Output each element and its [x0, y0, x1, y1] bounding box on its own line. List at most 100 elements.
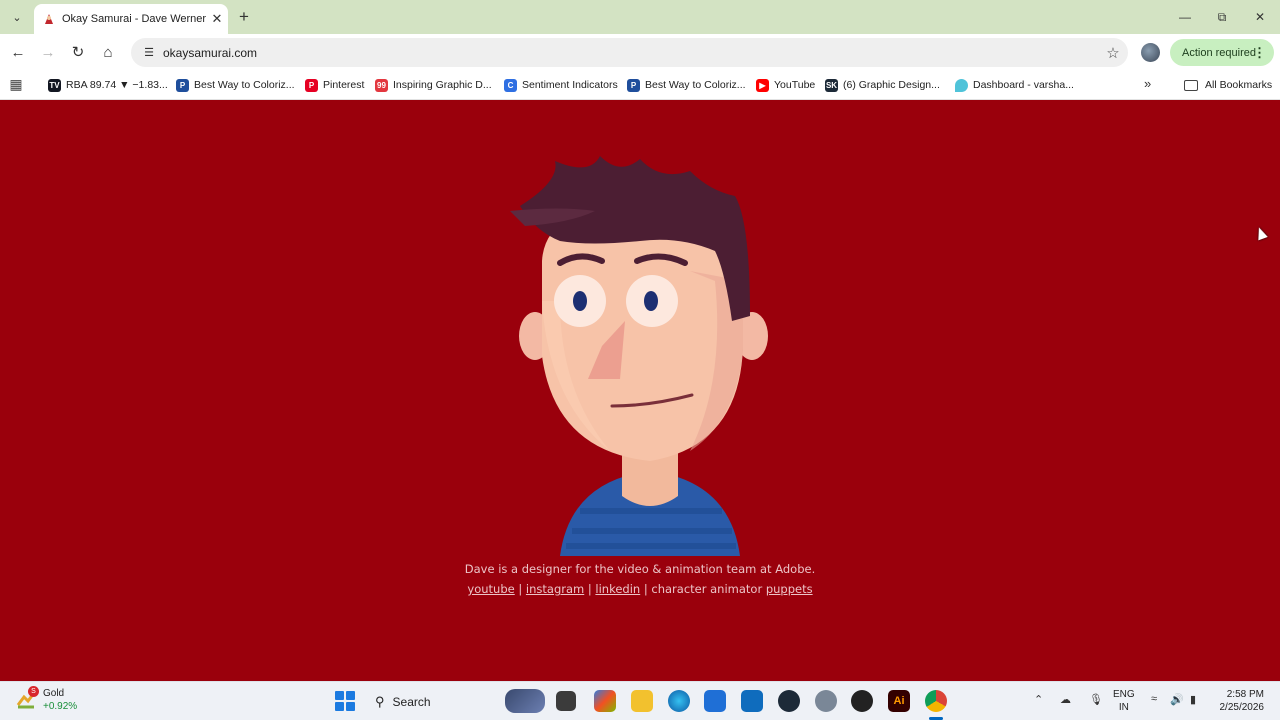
outlook-icon[interactable] [741, 690, 763, 712]
instagram-link[interactable]: instagram [526, 582, 584, 596]
edge-browser-icon[interactable] [668, 690, 690, 712]
action-required-button[interactable]: Action required ⋮ [1170, 39, 1274, 66]
microphone-icon[interactable]: 🎙 [1089, 693, 1103, 706]
system-clock[interactable]: 2:58 PM 2/25/2026 [1210, 688, 1265, 714]
home-icon[interactable]: ⌂ [97, 41, 119, 63]
minimize-button[interactable]: — [1171, 6, 1199, 28]
link-separator: | [518, 582, 523, 596]
apps-grid-icon[interactable]: ▦ [8, 76, 24, 92]
paper-icon: P [627, 78, 640, 92]
bookmark-item[interactable]: C Sentiment Indicators [504, 76, 618, 94]
onedrive-cloud-icon[interactable]: ☁ [1060, 693, 1071, 706]
cnn-icon: C [504, 78, 517, 92]
bookmark-label: Best Way to Coloriz... [194, 79, 295, 91]
all-bookmarks-button[interactable]: All Bookmarks [1184, 76, 1272, 94]
bookmark-label: RBA 89.74 ▼ −1.83... [66, 79, 168, 91]
ticker-name[interactable]: Gold [43, 688, 64, 699]
bio-text: Dave is a designer for the video & anima… [464, 562, 816, 576]
notification-badge: S [28, 686, 39, 697]
droplet-icon [955, 78, 968, 92]
clock-time: 2:58 PM [1226, 689, 1264, 700]
pinterest-icon: P [305, 78, 318, 92]
page-content: Dave is a designer for the video & anima… [0, 101, 1280, 681]
linkedin-link[interactable]: linkedin [595, 582, 640, 596]
settings-gear-icon[interactable] [815, 690, 837, 712]
volume-icon[interactable]: 🔊 [1170, 693, 1184, 706]
more-bookmarks-icon[interactable]: » [1144, 76, 1151, 91]
windows-taskbar: S Gold +0.92% ⚲ Search Ai ⌃ ☁ 🎙 ENG IN ≈… [0, 681, 1280, 720]
link-separator: | [643, 582, 648, 596]
tab-strip: ⌄ Okay Samurai - Dave Werner ✕ + — ⧉ ✕ [0, 0, 1280, 34]
folder-icon [1184, 79, 1198, 91]
search-highlight-image[interactable] [505, 689, 545, 713]
profile-avatar[interactable] [1141, 43, 1160, 62]
bookmark-label: Best Way to Coloriz... [645, 79, 746, 91]
puppets-link[interactable]: puppets [766, 582, 813, 596]
99designs-icon: 99 [375, 78, 388, 92]
clock-date: 2/25/2026 [1219, 702, 1265, 713]
chevron-down-icon: ⌄ [12, 11, 22, 24]
active-tab[interactable]: Okay Samurai - Dave Werner ✕ [34, 4, 228, 34]
bookmark-label: (6) Graphic Design... [843, 79, 940, 91]
bookmark-item[interactable]: P Best Way to Coloriz... [176, 76, 295, 94]
show-hidden-icons-chevron-icon[interactable]: ⌃ [1034, 693, 1043, 706]
file-explorer-icon[interactable] [631, 690, 653, 712]
bookmarks-bar: ▦ » All Bookmarks TV RBA 89.74 ▼ −1.83...… [0, 70, 1280, 100]
search-label: Search [392, 694, 431, 709]
action-required-label: Action required [1182, 46, 1256, 59]
reload-icon[interactable]: ↻ [67, 41, 89, 63]
tab-title: Okay Samurai - Dave Werner [62, 13, 206, 25]
paper-icon: P [176, 78, 189, 92]
bookmark-item[interactable]: P Pinterest [305, 76, 364, 94]
language-code: ENG [1113, 689, 1135, 700]
bookmark-label: Inspiring Graphic D... [393, 79, 492, 91]
samurai-favicon-icon [45, 14, 53, 24]
bookmark-item[interactable]: P Best Way to Coloriz... [627, 76, 746, 94]
site-info-icon[interactable]: ☰ [135, 46, 163, 59]
bookmark-item[interactable]: ▶ YouTube [756, 76, 815, 94]
wifi-icon[interactable]: ≈ [1151, 693, 1157, 705]
bookmark-star-icon[interactable]: ☆ [1098, 44, 1128, 62]
bookmark-label: Pinterest [323, 79, 365, 91]
sk-icon: SK [825, 78, 838, 92]
bookmark-item[interactable]: SK (6) Graphic Design... [825, 76, 940, 94]
browser-toolbar: ← → ↻ ⌂ ☰ okaysamurai.com ☆ Action requi… [0, 34, 1280, 70]
region-code: IN [1118, 702, 1129, 713]
restore-button[interactable]: ⧉ [1208, 6, 1236, 28]
windows-start-icon[interactable] [335, 691, 355, 711]
copilot-icon[interactable] [594, 690, 616, 712]
close-window-button[interactable]: ✕ [1246, 6, 1274, 28]
character-animator-text: character animator [651, 582, 763, 596]
bookmark-label: Sentiment Indicators [522, 79, 618, 91]
bookmark-item[interactable]: Dashboard - varsha... [955, 76, 1074, 94]
menu-kebab-icon[interactable]: ⋮ [1253, 45, 1266, 61]
youtube-link[interactable]: youtube [467, 582, 514, 596]
bookmark-item[interactable]: 99 Inspiring Graphic D... [375, 76, 492, 94]
social-links: youtube | instagram | linkedin | charact… [0, 582, 1280, 596]
tab-close-icon[interactable]: ✕ [206, 11, 228, 27]
bookmark-item[interactable]: TV RBA 89.74 ▼ −1.83... [48, 76, 168, 94]
forward-arrow-icon[interactable]: → [37, 41, 59, 63]
bookmark-label: Dashboard - varsha... [973, 79, 1074, 91]
dave-werner-character-illustration [510, 156, 768, 556]
all-bookmarks-label: All Bookmarks [1205, 79, 1273, 91]
tradingview-icon: TV [48, 78, 61, 92]
address-bar[interactable]: ☰ okaysamurai.com ☆ [131, 38, 1128, 67]
back-arrow-icon[interactable]: ← [7, 41, 29, 63]
media-player-icon[interactable] [851, 690, 873, 712]
link-separator: | [587, 582, 592, 596]
tab-search-button[interactable]: ⌄ [7, 7, 27, 27]
url-text[interactable]: okaysamurai.com [163, 46, 1098, 60]
microsoft-store-icon[interactable] [704, 690, 726, 712]
search-icon: ⚲ [375, 693, 385, 709]
language-indicator[interactable]: ENG IN [1113, 688, 1135, 714]
app-with-badge-icon[interactable] [778, 690, 800, 712]
illustrator-icon[interactable]: Ai [888, 690, 910, 712]
battery-icon[interactable]: ▮ [1190, 693, 1196, 706]
task-view-icon[interactable] [556, 691, 576, 711]
bookmark-label: YouTube [774, 79, 816, 91]
ticker-change: +0.92% [43, 701, 78, 712]
new-tab-button[interactable]: + [234, 7, 254, 27]
chrome-icon[interactable] [925, 690, 947, 712]
youtube-icon: ▶ [756, 78, 769, 92]
